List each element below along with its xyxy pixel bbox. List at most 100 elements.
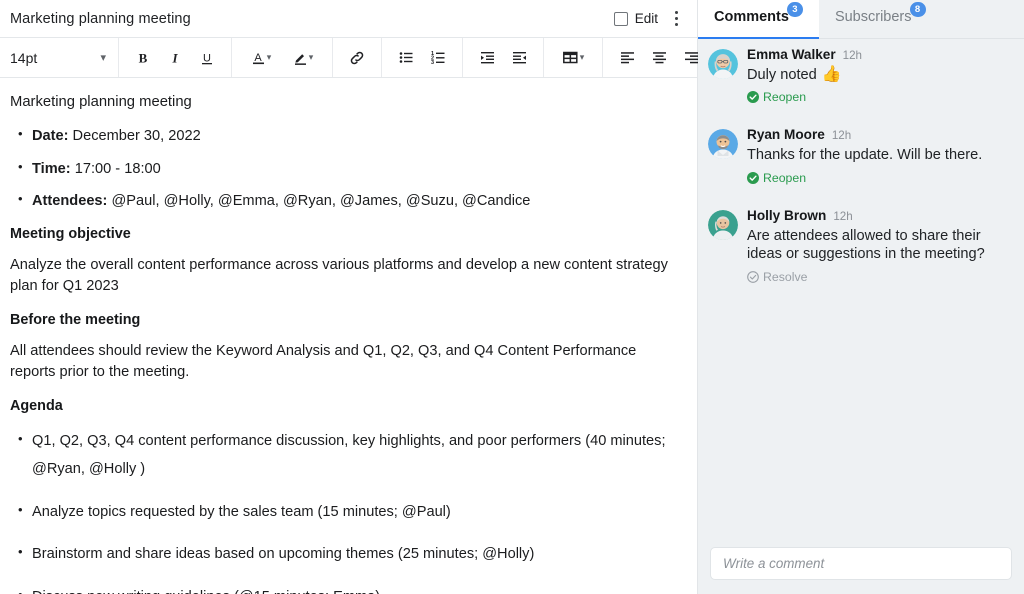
toolbar-group-link bbox=[333, 38, 382, 77]
list-item: Time: 17:00 - 18:00 bbox=[10, 158, 675, 180]
comment-text: Thanks for the update. Will be there. bbox=[747, 147, 983, 164]
tab-subscribers[interactable]: Subscribers 8 bbox=[819, 0, 942, 38]
tab-subscribers-badge: 8 bbox=[909, 2, 926, 17]
svg-text:3: 3 bbox=[431, 60, 434, 66]
document-title: Marketing planning meeting bbox=[10, 10, 191, 27]
reopen-button[interactable]: Reopen bbox=[747, 90, 806, 104]
comment-item: Ryan Moore 12h Thanks for the update. Wi… bbox=[708, 127, 1012, 188]
svg-text:A: A bbox=[254, 52, 262, 64]
comment-body: Holly Brown 12h Are attendees allowed to… bbox=[747, 208, 1012, 288]
list-item: Brainstorm and share ideas based on upco… bbox=[10, 539, 675, 568]
meta-value: December 30, 2022 bbox=[68, 128, 201, 145]
meta-value: 17:00 - 18:00 bbox=[70, 160, 161, 177]
avatar bbox=[708, 49, 738, 79]
indent-increase-icon[interactable] bbox=[472, 43, 502, 73]
thumbs-up-emoji: 👍 bbox=[821, 66, 842, 84]
comment-text: Are attendees allowed to share their ide… bbox=[747, 227, 985, 263]
header-actions: Edit bbox=[613, 9, 685, 29]
meta-list: Date: December 30, 2022 Time: 17:00 - 18… bbox=[10, 125, 675, 212]
edit-label: Edit bbox=[634, 11, 658, 26]
content-heading: Marketing planning meeting bbox=[10, 94, 192, 110]
avatar bbox=[708, 129, 738, 160]
chevron-down-icon: ▾ bbox=[266, 52, 272, 62]
check-circle-icon bbox=[747, 171, 759, 184]
right-sidebar: Comments 3 Subscribers 8 Emma Walker 12h… bbox=[698, 0, 1024, 594]
toolbar-group-table: ▾ bbox=[544, 38, 603, 77]
edit-toggle[interactable]: Edit bbox=[613, 11, 658, 26]
insert-link-icon[interactable] bbox=[342, 43, 372, 73]
document-pane: Marketing planning meeting Edit 14pt ▾ B bbox=[0, 0, 779, 594]
toolbar-group-color: A ▾ ▾ bbox=[232, 38, 333, 77]
comment-item: Holly Brown 12h Are attendees allowed to… bbox=[708, 208, 1012, 288]
list-item: Attendees: @Paul, @Holly, @Emma, @Ryan, … bbox=[10, 190, 675, 212]
comment-author: Emma Walker bbox=[747, 47, 836, 62]
comment-input[interactable] bbox=[710, 547, 1012, 580]
comment-text-row: Thanks for the update. Will be there. bbox=[747, 146, 1012, 164]
app-root: Marketing planning meeting Edit 14pt ▾ B bbox=[0, 0, 1024, 594]
toolbar-group-indent bbox=[463, 38, 544, 77]
agenda-heading: Agenda bbox=[10, 398, 63, 415]
font-size-value: 14pt bbox=[10, 49, 38, 66]
comment-body: Ryan Moore 12h Thanks for the update. Wi… bbox=[747, 127, 1012, 188]
align-left-icon[interactable] bbox=[612, 43, 642, 73]
resolve-label: Resolve bbox=[763, 269, 808, 284]
toolbar-group-lists: 1 2 3 bbox=[382, 38, 463, 77]
check-circle-icon bbox=[747, 91, 759, 104]
edit-checkbox[interactable] bbox=[613, 11, 628, 26]
underline-button[interactable]: U bbox=[192, 43, 222, 73]
toolbar-group-textstyle: B I U bbox=[119, 38, 232, 77]
chevron-down-icon: ▾ bbox=[308, 52, 314, 62]
comment-header: Holly Brown 12h bbox=[747, 208, 1012, 223]
numbered-list-icon[interactable]: 1 2 3 bbox=[423, 43, 453, 73]
before-meeting-heading: Before the meeting bbox=[10, 311, 141, 328]
comment-text: Duly noted bbox=[747, 67, 817, 83]
formatting-toolbar: 14pt ▾ B I U A ▾ ▾ 1 2 3 ▾ bbox=[0, 38, 779, 78]
comment-text-row: Are attendees allowed to share their ide… bbox=[747, 227, 1012, 264]
document-header: Marketing planning meeting Edit bbox=[0, 0, 697, 38]
document-content[interactable]: Marketing planning meeting Date: Decembe… bbox=[0, 78, 697, 594]
tab-comments[interactable]: Comments 3 bbox=[698, 0, 819, 39]
reopen-label: Reopen bbox=[763, 90, 807, 105]
before-meeting-text: All attendees should review the Keyword … bbox=[10, 342, 637, 381]
avatar bbox=[708, 209, 738, 240]
list-item: Date: December 30, 2022 bbox=[10, 125, 675, 147]
list-item: Q1, Q2, Q3, Q4 content performance discu… bbox=[10, 426, 675, 484]
reopen-label: Reopen bbox=[763, 170, 807, 185]
chevron-down-icon: ▾ bbox=[100, 52, 106, 64]
comment-timestamp: 12h bbox=[842, 49, 862, 62]
italic-button[interactable]: I bbox=[160, 43, 190, 73]
text-color-button[interactable]: A ▾ bbox=[241, 43, 281, 73]
resolve-button[interactable]: Resolve bbox=[747, 270, 807, 284]
font-size-select[interactable]: 14pt ▾ bbox=[10, 50, 108, 66]
chevron-down-icon: ▾ bbox=[579, 52, 585, 62]
kebab-menu-icon[interactable] bbox=[667, 9, 685, 29]
comment-author: Ryan Moore bbox=[747, 127, 825, 143]
tab-comments-badge: 3 bbox=[786, 2, 803, 17]
agenda-list: Q1, Q2, Q3, Q4 content performance discu… bbox=[10, 426, 675, 594]
tab-subscribers-label: Subscribers bbox=[834, 9, 912, 25]
bold-button[interactable]: B bbox=[128, 43, 158, 73]
insert-table-icon[interactable]: ▾ bbox=[553, 43, 593, 73]
meta-label: Time: bbox=[32, 160, 71, 177]
svg-text:U: U bbox=[203, 52, 211, 64]
list-item: Discuss new writing guidelines (@15 minu… bbox=[10, 582, 675, 594]
svg-text:B: B bbox=[139, 50, 148, 65]
comment-timestamp: 12h bbox=[831, 129, 852, 143]
comment-header: Ryan Moore 12h bbox=[747, 127, 1012, 142]
comment-text-row: Duly noted 👍 bbox=[747, 66, 1012, 84]
highlight-color-button[interactable]: ▾ bbox=[283, 43, 323, 73]
list-item: Analyze topics requested by the sales te… bbox=[10, 497, 675, 526]
comment-item: Emma Walker 12h Duly noted 👍 Reopen bbox=[708, 47, 1012, 108]
comment-author: Holly Brown bbox=[747, 207, 827, 223]
sidebar-tabs: Comments 3 Subscribers 8 bbox=[698, 0, 1024, 39]
comment-body: Emma Walker 12h Duly noted 👍 Reopen bbox=[747, 47, 1012, 108]
comment-header: Emma Walker 12h bbox=[747, 47, 1012, 62]
bulleted-list-icon[interactable] bbox=[391, 43, 421, 73]
reopen-button[interactable]: Reopen bbox=[747, 171, 806, 185]
tab-comments-label: Comments bbox=[714, 9, 789, 25]
objective-text: Analyze the overall content performance … bbox=[10, 256, 668, 295]
meta-value: @Paul, @Holly, @Emma, @Ryan, @James, @Su… bbox=[107, 192, 531, 209]
align-center-icon[interactable] bbox=[644, 43, 674, 73]
comments-list: Emma Walker 12h Duly noted 👍 Reopen Ryan… bbox=[698, 39, 1024, 547]
indent-decrease-icon[interactable] bbox=[504, 43, 534, 73]
